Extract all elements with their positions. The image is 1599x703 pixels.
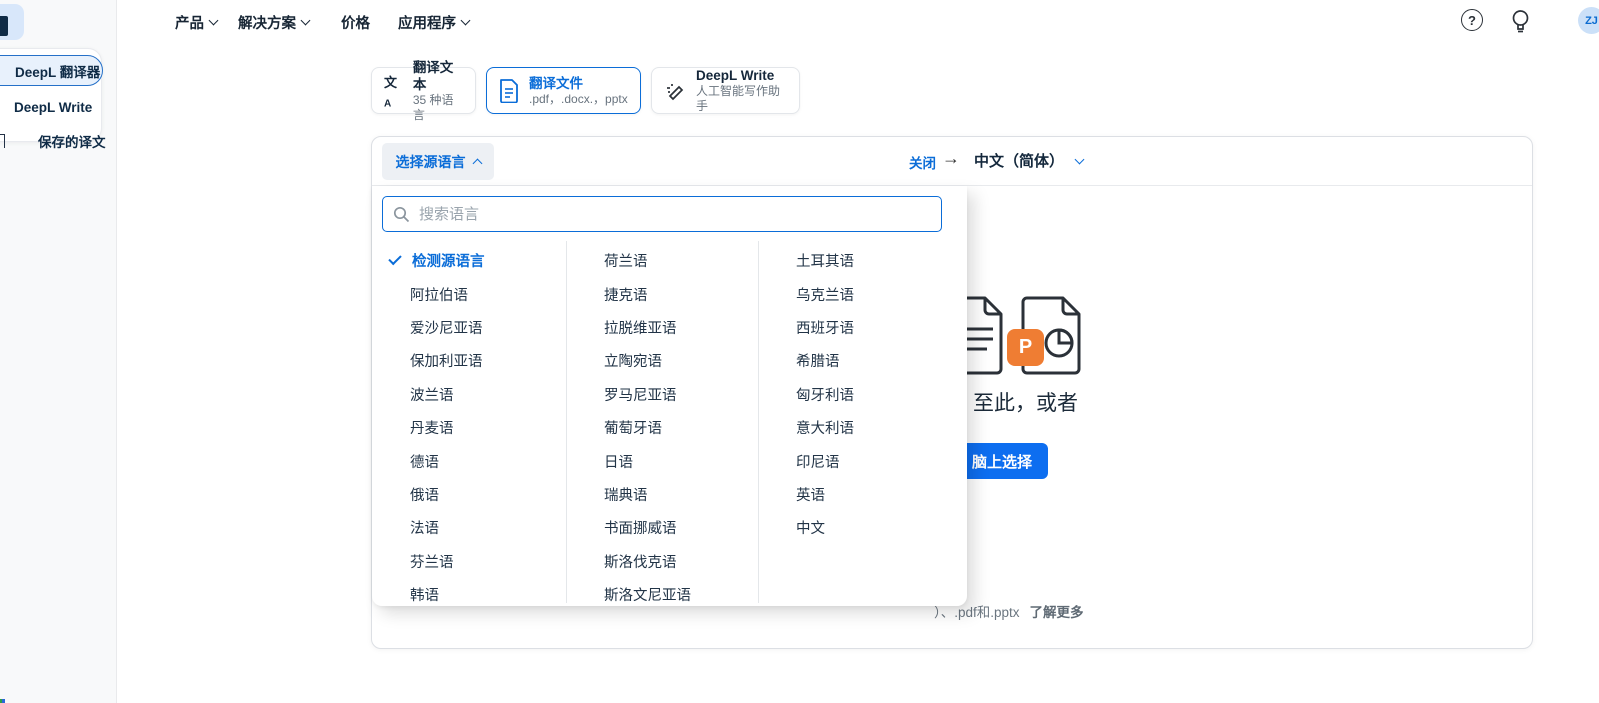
language-option[interactable]: 罗马尼亚语 <box>566 378 758 411</box>
sidebar: 文A DeepL 翻译器 DeepL Write 保存的译文 <box>0 0 117 703</box>
sidebar-item-translator[interactable]: 文A DeepL 翻译器 <box>0 55 103 86</box>
language-option[interactable]: 乌克兰语 <box>758 277 967 310</box>
tab-subtitle: 人工智能写作助手 <box>696 84 787 114</box>
powerpoint-file-icon: P <box>1013 295 1085 375</box>
language-option[interactable]: 日语 <box>566 444 758 477</box>
dropzone-text: 至此，或者 <box>973 387 1078 417</box>
nav-products[interactable]: 产品 <box>175 12 217 32</box>
language-option[interactable]: 希腊语 <box>758 344 967 377</box>
tab-title: 翻译文本 <box>413 59 463 93</box>
language-option[interactable]: 匈牙利语 <box>758 378 967 411</box>
language-option[interactable]: 德语 <box>372 444 566 477</box>
language-option[interactable]: 中文 <box>758 511 967 544</box>
language-option[interactable]: 保加利亚语 <box>372 344 566 377</box>
search-icon <box>393 206 410 223</box>
tab-deepl-write[interactable]: DeepL Write 人工智能写作助手 <box>651 67 800 114</box>
source-language-button[interactable]: 选择源语言 <box>382 143 494 180</box>
language-option[interactable]: 捷克语 <box>566 277 758 310</box>
nav-solutions[interactable]: 解决方案 <box>238 12 309 32</box>
tab-title: DeepL Write <box>696 67 787 84</box>
chevron-down-icon <box>209 16 219 26</box>
arrow-right-icon: → <box>942 148 960 169</box>
language-option[interactable]: 葡萄牙语 <box>566 411 758 444</box>
document-icon <box>499 79 519 103</box>
language-option[interactable]: 斯洛文尼亚语 <box>566 578 758 611</box>
language-search-box[interactable] <box>382 196 942 232</box>
ppt-badge: P <box>1007 329 1044 366</box>
target-language-button[interactable]: 中文（简体） <box>974 150 1083 171</box>
nav-apps[interactable]: 应用程序 <box>398 12 469 32</box>
chevron-down-icon <box>301 16 311 26</box>
language-option[interactable]: 荷兰语 <box>566 244 758 277</box>
sidebar-item-saved-translations[interactable]: 保存的译文 <box>0 126 117 156</box>
sidebar-item-write[interactable]: DeepL Write <box>0 92 103 122</box>
nav-pricing[interactable]: 价格 <box>341 12 370 32</box>
language-option[interactable]: 俄语 <box>372 478 566 511</box>
language-option[interactable]: 丹麦语 <box>372 411 566 444</box>
chevron-down-icon <box>461 16 471 26</box>
language-option[interactable]: 西班牙语 <box>758 311 967 344</box>
language-option[interactable]: 意大利语 <box>758 411 967 444</box>
close-button[interactable]: 关闭 <box>909 152 936 172</box>
sidebar-item-label: DeepL 翻译器 <box>15 61 100 81</box>
translate-icon: 文A <box>384 72 403 110</box>
language-column-1: 检测源语言 阿拉伯语爱沙尼亚语保加利亚语波兰语丹麦语德语俄语法语芬兰语韩语 <box>372 244 566 611</box>
language-option-detect[interactable]: 检测源语言 <box>372 244 566 277</box>
learn-more-link[interactable]: 了解更多 <box>1030 605 1084 620</box>
screen-corner-fragment <box>0 699 5 703</box>
tab-translate-text[interactable]: 文A 翻译文本 35 种语言 <box>371 67 476 114</box>
language-option[interactable]: 韩语 <box>372 578 566 611</box>
language-option[interactable]: 法语 <box>372 511 566 544</box>
search-input[interactable] <box>419 206 931 223</box>
language-option[interactable]: 阿拉伯语 <box>372 277 566 310</box>
language-option[interactable]: 印尼语 <box>758 444 967 477</box>
deepl-logo-glyph <box>0 16 8 36</box>
deepl-logo-icon[interactable] <box>0 4 24 40</box>
lightbulb-icon[interactable] <box>1508 8 1533 35</box>
language-option[interactable]: 拉脱维亚语 <box>566 311 758 344</box>
language-option[interactable]: 立陶宛语 <box>566 344 758 377</box>
tab-translate-files[interactable]: 翻译文件 .pdf，.docx.，pptx <box>486 67 641 114</box>
chevron-down-icon <box>1075 154 1085 164</box>
sidebar-item-label: DeepL Write <box>14 100 92 115</box>
language-option[interactable]: 书面挪威语 <box>566 511 758 544</box>
translator-card: 选择源语言 关闭 → 中文（简体） P 至此，或者 脑上选择 ）、.pdf和.p… <box>371 136 1533 649</box>
pen-icon <box>664 80 686 102</box>
language-option[interactable]: 波兰语 <box>372 378 566 411</box>
help-icon[interactable]: ? <box>1461 9 1483 31</box>
tab-subtitle: 35 种语言 <box>413 93 463 123</box>
language-column-2: 荷兰语捷克语拉脱维亚语立陶宛语罗马尼亚语葡萄牙语日语瑞典语书面挪威语斯洛伐克语斯… <box>566 244 758 611</box>
language-column-3: 土耳其语乌克兰语西班牙语希腊语匈牙利语意大利语印尼语英语中文 <box>758 244 967 545</box>
bookmark-icon <box>0 134 5 148</box>
language-option[interactable]: 土耳其语 <box>758 244 967 277</box>
tab-title: 翻译文件 <box>529 75 628 92</box>
tab-subtitle: .pdf，.docx.，pptx <box>529 92 628 107</box>
language-option[interactable]: 瑞典语 <box>566 478 758 511</box>
language-option[interactable]: 芬兰语 <box>372 545 566 578</box>
chevron-up-icon <box>472 159 482 169</box>
language-option[interactable]: 爱沙尼亚语 <box>372 311 566 344</box>
language-option[interactable]: 英语 <box>758 478 967 511</box>
sidebar-item-label: 保存的译文 <box>38 131 106 151</box>
avatar[interactable]: ZJ <box>1578 7 1599 34</box>
language-option[interactable]: 斯洛伐克语 <box>566 545 758 578</box>
source-language-dropdown: 检测源语言 阿拉伯语爱沙尼亚语保加利亚语波兰语丹麦语德语俄语法语芬兰语韩语 荷兰… <box>372 186 967 606</box>
check-icon <box>388 252 401 265</box>
